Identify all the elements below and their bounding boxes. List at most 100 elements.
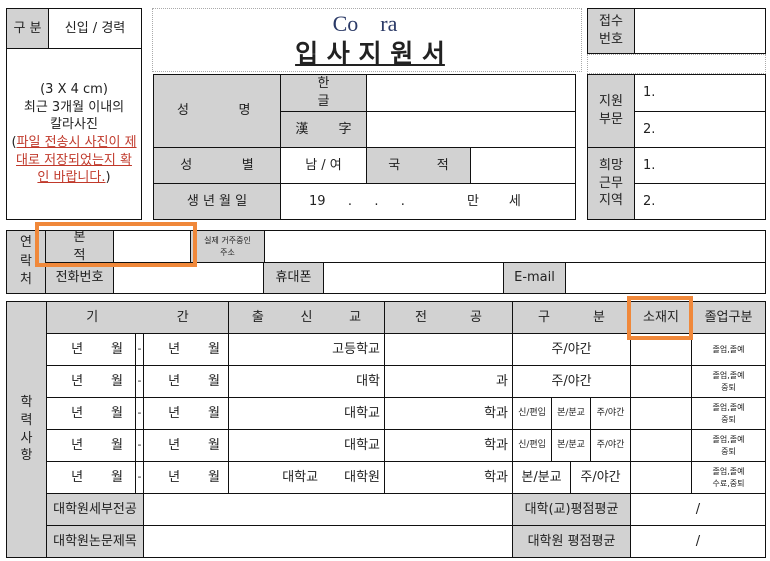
edu-location-field[interactable] (630, 365, 692, 398)
division-choice-1[interactable]: 1. (634, 74, 766, 112)
edu-major-field[interactable]: 학과 (384, 429, 513, 462)
division-label: 지원 부문 (587, 74, 635, 148)
graduation-header: 졸업구분 (691, 301, 766, 334)
edu-division-option[interactable]: 본/분교 (551, 397, 591, 430)
age-suffix: 세 (508, 193, 521, 209)
birthdate-value: 19 . . . (309, 193, 405, 209)
year-label: 년 (71, 373, 84, 389)
phone-field[interactable] (113, 262, 264, 294)
nationality-field[interactable] (470, 147, 576, 184)
category-label: 구 분 (6, 8, 49, 49)
edu-division-option[interactable]: 주/야간 (512, 365, 631, 398)
edu-location-field[interactable] (630, 461, 692, 494)
edu-graduation-status[interactable]: 졸업,졸예 중퇴 (691, 365, 766, 398)
division-choice-2[interactable]: 2. (634, 111, 766, 148)
year-label: 년 (168, 373, 181, 389)
nationality-label: 국 적 (366, 147, 471, 184)
address-field[interactable] (264, 230, 766, 263)
receipt-value[interactable] (634, 8, 766, 54)
month-label: 월 (208, 469, 220, 485)
edu-end-date[interactable]: 년월 (143, 333, 229, 366)
edu-graduation-status[interactable]: 졸업,졸예 (691, 333, 766, 366)
region-choice-2[interactable]: 2. (634, 183, 766, 220)
domicile-field[interactable] (113, 230, 191, 263)
hanja-label: 漢 字 (280, 111, 367, 148)
edu-major-field[interactable]: 과 (384, 365, 513, 398)
grad-major-field[interactable] (143, 493, 513, 526)
photo-recency: 최근 3개월 이내의 (23, 99, 125, 115)
company-logo: Co ra (332, 11, 398, 37)
edu-start-date[interactable]: 년월 (46, 333, 136, 366)
division-header: 구 분 (512, 301, 631, 334)
edu-end-date[interactable]: 년월 (143, 365, 229, 398)
name-label: 성 명 (153, 74, 281, 148)
year-label: 년 (168, 469, 181, 485)
univ-gpa-field[interactable]: / (630, 493, 766, 526)
edu-division-option[interactable]: 본/분교 (512, 461, 571, 494)
receipt-label: 접수 번호 (587, 8, 635, 54)
period-header-b: 간 (176, 309, 189, 325)
edu-start-date[interactable]: 년월 (46, 397, 136, 430)
edu-start-date[interactable]: 년월 (46, 429, 136, 462)
gender-value[interactable]: 남 / 여 (280, 147, 367, 184)
edu-graduation-status[interactable]: 졸업,졸예 중퇴 (691, 429, 766, 462)
school-header: 출 신 교 (228, 301, 385, 334)
edu-division-option[interactable]: 신/편입 (512, 429, 552, 462)
month-label: 월 (208, 341, 220, 357)
hangul-name-field[interactable] (366, 74, 576, 112)
edu-school-field[interactable]: 대학교 (228, 429, 385, 462)
edu-division-option[interactable]: 본/분교 (551, 429, 591, 462)
grad-gpa-label: 대학원 평점평균 (512, 525, 631, 558)
category-value[interactable]: 신입 / 경력 (48, 8, 142, 49)
edu-graduation-status[interactable]: 졸업,졸예 수료,중퇴 (691, 461, 766, 494)
edu-location-field[interactable] (630, 333, 692, 366)
photo-size: (3 X 4 cm) (40, 82, 108, 98)
edu-major-field[interactable]: 학과 (384, 397, 513, 430)
year-label: 년 (71, 437, 84, 453)
edu-major-field[interactable]: 학과 (384, 461, 513, 494)
edu-start-date[interactable]: 년월 (46, 461, 136, 494)
univ-gpa-label: 대학(교)평점평균 (512, 493, 631, 526)
edu-graduation-status[interactable]: 졸업,졸예 중퇴 (691, 397, 766, 430)
address-label: 실제 거주중인 주소 (190, 230, 265, 263)
edu-end-date[interactable]: 년월 (143, 397, 229, 430)
edu-school-field[interactable]: 대학교 대학원 (228, 461, 385, 494)
edu-major-field[interactable] (384, 333, 513, 366)
year-label: 년 (71, 341, 84, 357)
edu-start-date[interactable]: 년월 (46, 365, 136, 398)
edu-division-option[interactable]: 주/야간 (590, 429, 631, 462)
thesis-field[interactable] (143, 525, 513, 558)
grad-major-label: 대학원세부전공 (46, 493, 144, 526)
edu-end-date[interactable]: 년월 (143, 461, 229, 494)
grad-gpa-separator: / (695, 533, 701, 549)
location-header: 소재지 (630, 301, 692, 334)
email-label: E-mail (503, 262, 566, 294)
domicile-label: 본 적 (45, 230, 114, 263)
edu-school-field[interactable]: 대학 (228, 365, 385, 398)
month-label: 월 (208, 373, 220, 389)
contact-section-label: 연 락 처 (6, 230, 46, 294)
hangul-label: 한 글 (280, 74, 367, 112)
mobile-label: 휴대폰 (263, 262, 324, 294)
edu-school-field[interactable]: 고등학교 (228, 333, 385, 366)
email-field[interactable] (565, 262, 766, 294)
month-label: 월 (208, 405, 220, 421)
grad-gpa-field[interactable]: / (630, 525, 766, 558)
hanja-name-field[interactable] (366, 111, 576, 148)
photo-warning: (파일 전송시 사진이 제대로 저장되었는지 확인 바랍니다.) (11, 135, 137, 186)
birthdate-field[interactable]: 19 . . . 만 세 (280, 183, 576, 220)
edu-end-date[interactable]: 년월 (143, 429, 229, 462)
edu-school-field[interactable]: 대학교 (228, 397, 385, 430)
region-choice-1[interactable]: 1. (634, 147, 766, 184)
period-header: 기 간 (46, 301, 229, 334)
edu-division-option[interactable]: 주/야간 (570, 461, 631, 494)
edu-division-option[interactable]: 주/야간 (512, 333, 631, 366)
photo-box[interactable]: (3 X 4 cm) 최근 3개월 이내의 칼라사진 (파일 전송시 사진이 제… (6, 48, 142, 220)
education-section-label: 학 력 사 항 (6, 301, 47, 558)
edu-location-field[interactable] (630, 429, 692, 462)
edu-division-option[interactable]: 주/야간 (590, 397, 631, 430)
mobile-field[interactable] (323, 262, 504, 294)
edu-location-field[interactable] (630, 397, 692, 430)
edu-division-option[interactable]: 신/편입 (512, 397, 552, 430)
period-header-a: 기 (86, 309, 99, 325)
